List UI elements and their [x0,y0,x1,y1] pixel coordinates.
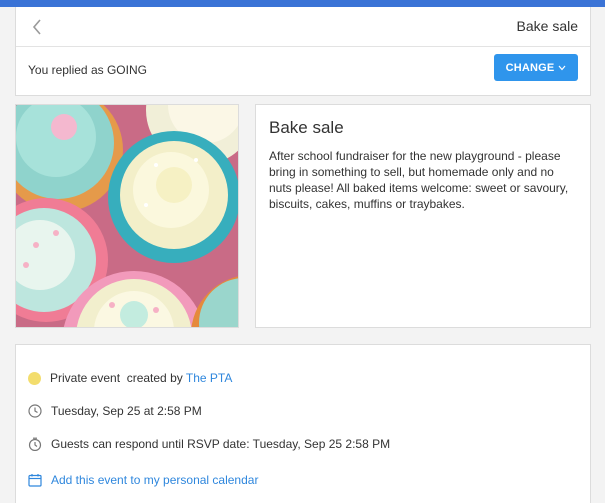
back-button[interactable] [26,15,48,39]
change-button-label: CHANGE [505,61,555,74]
timer-icon [28,437,42,451]
clock-icon [28,404,42,418]
event-image [15,104,239,328]
datetime-row: Tuesday, Sep 25 at 2:58 PM [28,404,202,418]
event-title: Bake sale [269,118,344,137]
chevron-left-icon [32,19,41,35]
event-details-card: Private event created by The PTA Tuesday… [15,344,591,503]
calendar-row[interactable]: Add this event to my personal calendar [28,473,258,487]
event-description-card: Bake sale After school fundraiser for th… [255,104,591,328]
cupcakes-illustration [16,105,238,327]
change-reply-button[interactable]: CHANGE [494,54,578,81]
privacy-row: Private event created by The PTA [28,371,232,385]
rsvp-deadline: Guests can respond until RSVP date: Tues… [51,437,391,451]
event-header-card: Bake sale You replied as GOING CHANGE [15,7,591,96]
reply-row: You replied as GOING CHANGE [16,47,590,95]
header-row: Bake sale [16,7,590,47]
event-description: After school fundraiser for the new play… [269,149,569,211]
creator-link[interactable]: The PTA [186,371,232,385]
page-title: Bake sale [516,18,578,34]
reply-status-text: You replied as GOING [28,63,147,77]
rsvp-row: Guests can respond until RSVP date: Tues… [28,437,390,451]
chevron-down-icon [558,65,566,70]
calendar-icon [28,473,42,487]
event-datetime: Tuesday, Sep 25 at 2:58 PM [51,404,202,418]
privacy-prefix: Private event created by [50,371,183,385]
top-accent-bar [0,0,605,7]
privacy-text: Private event created by The PTA [50,371,232,385]
privacy-dot-icon [28,371,41,385]
add-to-calendar-link[interactable]: Add this event to my personal calendar [51,473,258,487]
